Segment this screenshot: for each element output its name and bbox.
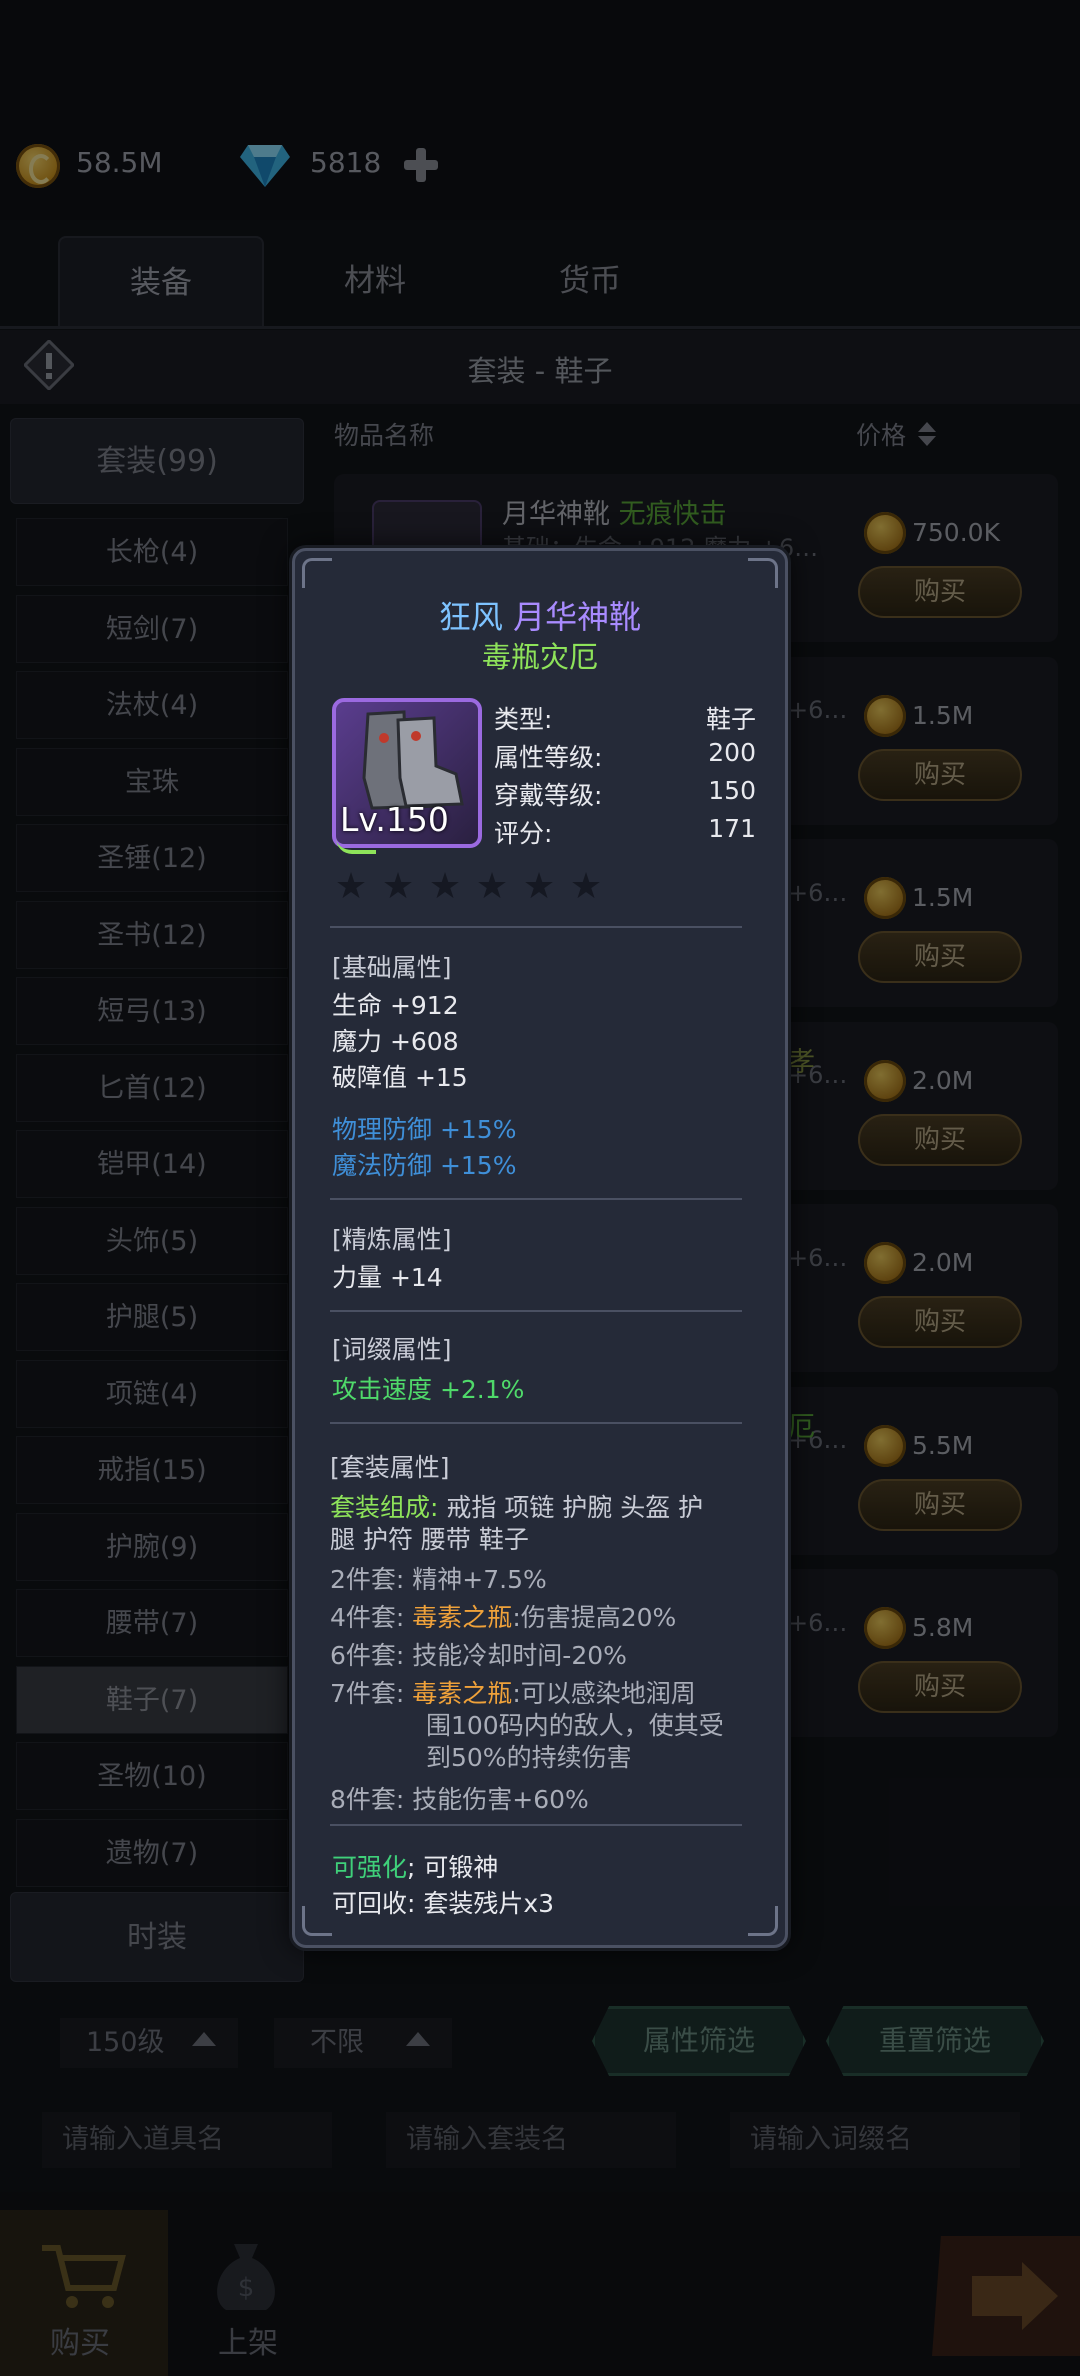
popup-corner-decoration	[302, 1906, 332, 1936]
popup-divider	[330, 1198, 742, 1200]
star-icon: ★	[428, 866, 462, 907]
set-bonus-4: 4件套: 毒素之瓶:伤害提高20%	[330, 1603, 677, 1632]
info-label: 类型:	[494, 705, 553, 734]
star-icon: ★	[569, 866, 603, 907]
set-attributes-title: [套装属性]	[330, 1453, 450, 1482]
set-bonus-8: 8件套: 技能伤害+60%	[330, 1785, 589, 1814]
set-bonus-6: 6件套: 技能冷却时间-20%	[330, 1641, 627, 1670]
info-value: 200	[708, 738, 756, 767]
enhance-info: 可强化; 可锻神	[332, 1853, 499, 1882]
recycle-info: 可回收: 套装残片x3	[332, 1889, 555, 1918]
set-bonus-7-cont: 围100码内的敌人，使其受	[426, 1711, 724, 1740]
base-attributes-title: [基础属性]	[332, 953, 452, 982]
info-label: 穿戴等级:	[494, 781, 603, 810]
info-value: 150	[708, 776, 756, 805]
affix-attribute: 攻击速度 +2.1%	[332, 1375, 525, 1404]
star-icon: ★	[522, 866, 556, 907]
info-value: 鞋子	[705, 705, 756, 734]
base-attribute: 魔力 +608	[332, 1027, 459, 1056]
popup-item-title: 狂风 月华神靴	[438, 598, 642, 636]
popup-set-name: 毒瓶灾厄	[481, 640, 598, 674]
app-root: 58.5M 5818 装备 材料 货币 套装 - 鞋子 套装(99) 长枪(4)…	[0, 0, 1080, 2376]
info-label: 属性等级:	[494, 743, 603, 772]
set-bonus-2: 2件套: 精神+7.5%	[330, 1565, 547, 1594]
refine-attributes-title: [精炼属性]	[332, 1225, 452, 1254]
defense-attribute: 魔法防御 +15%	[332, 1151, 517, 1180]
popup-corner-decoration	[748, 558, 778, 588]
base-attribute: 破障值 +15	[332, 1063, 468, 1092]
set-composition: 套装组成: 戒指 项链 护腕 头盔 护	[330, 1493, 704, 1522]
defense-attribute: 物理防御 +15%	[332, 1115, 517, 1144]
affix-attributes-title: [词缀属性]	[332, 1335, 452, 1364]
info-label: 评分:	[494, 819, 553, 848]
set-bonus-7: 7件套: 毒素之瓶:可以感染地润周	[330, 1679, 696, 1708]
popup-divider	[330, 926, 742, 928]
base-attribute: 生命 +912	[332, 991, 459, 1020]
popup-divider	[330, 1422, 742, 1424]
set-bonus-7-cont: 到50%的持续伤害	[426, 1743, 632, 1772]
popup-divider	[330, 1824, 742, 1826]
item-level-badge: Lv.150	[340, 800, 449, 839]
popup-corner-decoration	[302, 558, 332, 588]
set-composition-cont: 腿 护符 腰带 鞋子	[330, 1525, 529, 1554]
info-value: 171	[708, 814, 756, 843]
refine-attribute: 力量 +14	[332, 1263, 443, 1292]
star-icon: ★	[381, 866, 415, 907]
star-icon: ★	[334, 866, 368, 907]
star-icon: ★	[475, 866, 509, 907]
popup-corner-decoration	[748, 1906, 778, 1936]
popup-divider	[330, 1310, 742, 1312]
